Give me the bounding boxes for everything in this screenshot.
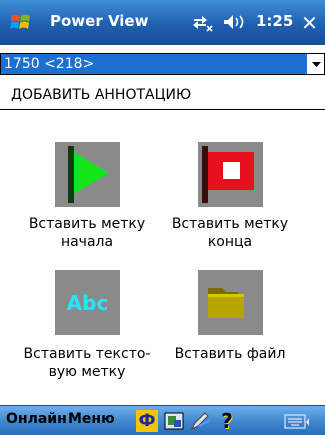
menu-softkey[interactable]: Меню xyxy=(68,411,115,427)
bottom-menu-bar: Онлайн Меню Ф ? xyxy=(0,405,325,435)
app-title: Power View xyxy=(50,12,149,30)
red-stop-flag-icon xyxy=(202,146,254,203)
green-play-flag-icon xyxy=(68,146,109,203)
record-select[interactable]: 1750 <218> xyxy=(0,53,325,75)
start-mark-tile[interactable] xyxy=(55,142,120,207)
file-tile[interactable] xyxy=(198,270,263,335)
title-bar: Power View 1:25 ✕ xyxy=(0,0,325,45)
help-glyph: ? xyxy=(221,409,233,433)
folder-icon xyxy=(208,288,244,318)
dropdown-arrow-icon[interactable] xyxy=(308,54,325,74)
record-select-value: 1750 <218> xyxy=(1,54,307,74)
connectivity-volume-icons[interactable] xyxy=(190,10,260,34)
text-mark-label-line1: Вставить тексто- xyxy=(23,346,151,362)
abc-text-icon-label: Abc xyxy=(66,290,109,315)
start-mark-label-line1: Вставить метку xyxy=(28,216,146,232)
text-mark-label-line2: вую метку xyxy=(48,364,126,380)
close-icon: ✕ xyxy=(301,10,318,35)
volume-icon xyxy=(224,15,244,29)
keyboard-icon[interactable] xyxy=(283,410,311,432)
end-mark-tile[interactable] xyxy=(198,142,263,207)
app-phi-icon[interactable]: Ф xyxy=(136,410,158,432)
start-mark-label-line2: начала xyxy=(60,234,114,250)
abc-text-icon: Abc xyxy=(55,270,120,335)
end-mark-label-line2: конца xyxy=(207,234,253,250)
online-softkey[interactable]: Онлайн xyxy=(6,411,67,427)
help-icon[interactable]: ? xyxy=(216,409,238,433)
connection-x-icon xyxy=(193,16,213,32)
image-view-icon[interactable] xyxy=(163,410,185,432)
end-mark-label-line1: Вставить метку xyxy=(171,216,289,232)
windows-start-icon[interactable] xyxy=(8,10,34,36)
section-header: ДОБАВИТЬ АННОТАЦИЮ xyxy=(0,80,325,110)
file-label: Вставить файл xyxy=(174,346,286,362)
edit-pencil-icon[interactable] xyxy=(189,410,211,432)
clock: 1:25 xyxy=(256,12,294,30)
close-button[interactable]: ✕ xyxy=(296,9,323,36)
text-mark-tile[interactable]: Abc xyxy=(55,270,120,335)
app-phi-glyph: Ф xyxy=(138,411,156,431)
